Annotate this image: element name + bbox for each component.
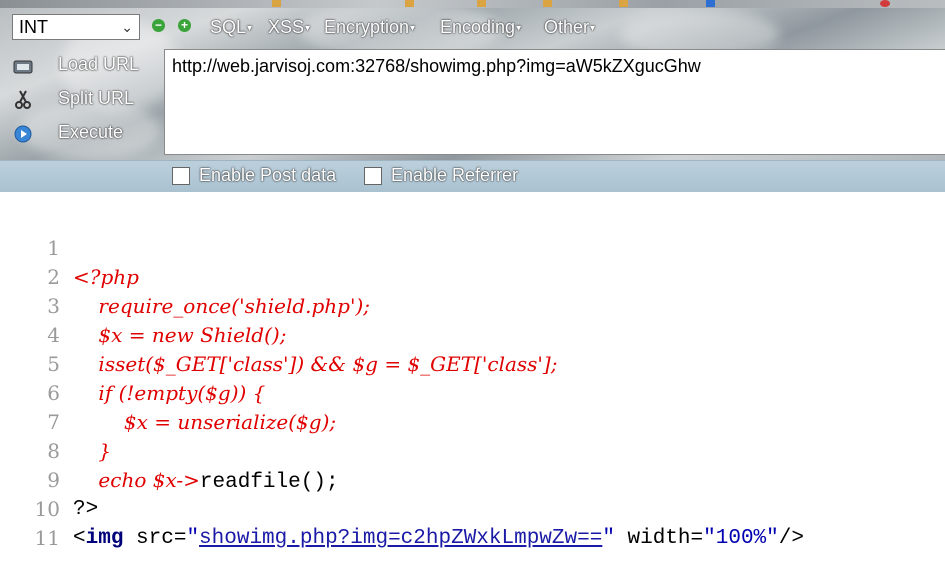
chevron-down-icon: ⌄ [121, 19, 133, 35]
url-text: http://web.jarvisoj.com:32768/showimg.ph… [172, 56, 701, 76]
code-line: 10 <img src="showimg.php?img=c2hpZWxkLmp… [0, 466, 945, 550]
menu-label: Encoding [440, 17, 516, 37]
code-line: 1 <?php [0, 205, 945, 289]
menu-other[interactable]: Other▾ [544, 17, 595, 38]
code-line: 7 } [0, 379, 945, 463]
code-line: 5 if (!empty($g)) { [0, 321, 945, 405]
hackbar-toolbar: INT ⌄ − + SQL▾ XSS▾ Encryption▾ Encoding… [0, 0, 945, 192]
menu-encoding[interactable]: Encoding▾ [440, 17, 521, 38]
html-attr-width: width= [614, 527, 704, 550]
load-url-label: Load URL [58, 54, 140, 74]
html-attr-width-value: "100%" [703, 527, 779, 550]
image-src-link[interactable]: showimg.php?img=c2hpZWxkLmpwZw== [199, 527, 602, 550]
html-tag-close: /> [778, 527, 804, 550]
enable-post-label: Enable Post data [199, 165, 337, 185]
enable-post-checkbox[interactable] [172, 167, 190, 185]
menu-xss[interactable]: XSS▾ [268, 17, 310, 38]
split-url-icon [15, 90, 31, 109]
menu-label: SQL [210, 17, 247, 37]
dropdown-arrow-icon: ▾ [247, 22, 253, 34]
dropdown-arrow-icon: ▾ [516, 22, 522, 34]
load-url-button[interactable]: Load URL [12, 52, 152, 80]
code-line: 11 [0, 495, 945, 550]
plus-icon[interactable]: + [178, 19, 191, 32]
menu-label: XSS [268, 17, 305, 37]
url-textarea[interactable]: http://web.jarvisoj.com:32768/showimg.ph… [164, 49, 945, 155]
code-line: 6 $x = unserialize($g); [0, 350, 945, 434]
html-quote: " [186, 527, 200, 550]
type-select-value: INT [19, 17, 48, 37]
options-bar: Enable Post data Enable Referrer [0, 160, 945, 192]
code-line: 2 require_once('shield.php'); [0, 234, 945, 318]
html-tag-open: < [73, 527, 86, 550]
html-quote: " [602, 527, 615, 550]
html-tag-name: img [85, 527, 124, 550]
dropdown-arrow-icon: ▾ [410, 22, 416, 34]
split-url-button[interactable]: Split URL [12, 86, 152, 114]
dropdown-arrow-icon: ▾ [305, 22, 311, 34]
code-line: 9 ?> [0, 437, 945, 521]
menu-label: Encryption [324, 17, 410, 37]
load-url-icon [13, 60, 33, 74]
minus-icon[interactable]: − [152, 19, 165, 32]
enable-referrer-label: Enable Referrer [391, 165, 519, 185]
injection-type-select[interactable]: INT ⌄ [12, 14, 140, 40]
enable-referrer-checkbox[interactable] [364, 167, 382, 185]
execute-icon [14, 125, 32, 143]
code-line: 8 echo $x->readfile(); [0, 408, 945, 494]
browser-tab-strip [0, 0, 945, 8]
dropdown-arrow-icon: ▾ [590, 22, 596, 34]
code-line: 3 $x = new Shield(); [0, 263, 945, 347]
execute-button[interactable]: Execute [12, 120, 152, 148]
menu-sql[interactable]: SQL▾ [210, 17, 252, 38]
execute-label: Execute [58, 122, 124, 142]
split-url-label: Split URL [58, 88, 135, 108]
menu-encryption[interactable]: Encryption▾ [324, 17, 415, 38]
code-text: <img src="showimg.php?img=c2hpZWxkLmpwZw… [73, 524, 804, 553]
menu-label: Other [544, 17, 590, 37]
source-code-view: 1 <?php 2 require_once('shield.php'); 3 … [0, 205, 945, 550]
html-attr-src: src= [123, 527, 187, 550]
code-line: 4 isset($_GET['class']) && $g = $_GET['c… [0, 292, 945, 376]
line-number: 11 [34, 526, 60, 550]
